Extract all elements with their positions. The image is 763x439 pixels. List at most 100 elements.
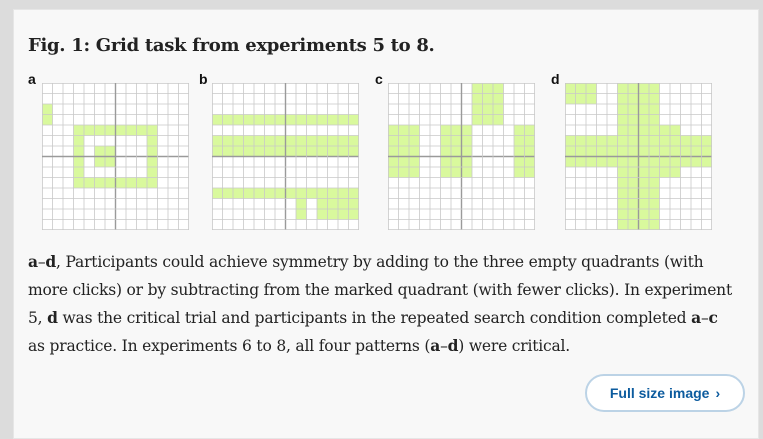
filled-cell <box>649 125 660 136</box>
filled-cell <box>691 156 702 167</box>
filled-cell <box>461 135 472 146</box>
filled-cell <box>575 156 586 167</box>
filled-cell <box>73 135 84 146</box>
filled-cell <box>638 114 649 125</box>
filled-cell <box>254 114 265 125</box>
filled-cell <box>338 198 349 209</box>
filled-cell <box>409 146 420 157</box>
grid-svg <box>42 83 189 230</box>
filled-cell <box>115 177 126 188</box>
filled-cell <box>94 177 105 188</box>
filled-cell <box>565 135 576 146</box>
filled-cell <box>607 135 618 146</box>
filled-cell <box>638 104 649 115</box>
filled-cell <box>115 125 126 136</box>
filled-cell <box>628 125 639 136</box>
filled-cell <box>212 135 223 146</box>
filled-cell <box>586 156 597 167</box>
filled-cell <box>493 104 504 115</box>
filled-cell <box>388 125 399 136</box>
filled-cell <box>680 135 691 146</box>
filled-cell <box>105 146 116 157</box>
filled-cell <box>628 156 639 167</box>
filled-cell <box>243 146 254 157</box>
filled-cell <box>212 188 223 199</box>
filled-cell <box>306 135 317 146</box>
filled-cell <box>638 135 649 146</box>
filled-cell <box>440 167 451 178</box>
grid-panel-b <box>212 83 359 230</box>
filled-cell <box>649 156 660 167</box>
filled-cell <box>264 146 275 157</box>
filled-cell <box>649 146 660 157</box>
filled-cell <box>524 146 535 157</box>
filled-cell <box>586 135 597 146</box>
filled-cell <box>649 114 660 125</box>
filled-cell <box>317 209 328 220</box>
filled-cell <box>617 83 628 94</box>
filled-cell <box>482 83 493 94</box>
caption-segment: – <box>700 309 709 327</box>
filled-cell <box>670 135 681 146</box>
filled-cell <box>338 146 349 157</box>
full-size-image-button[interactable]: Full size image › <box>585 374 745 412</box>
filled-cell <box>628 93 639 104</box>
filled-cell <box>461 167 472 178</box>
filled-cell <box>327 146 338 157</box>
filled-cell <box>461 146 472 157</box>
filled-cell <box>327 135 338 146</box>
filled-cell <box>317 135 328 146</box>
filled-cell <box>628 167 639 178</box>
caption-segment: a <box>28 252 38 271</box>
filled-cell <box>338 188 349 199</box>
filled-cell <box>94 146 105 157</box>
filled-cell <box>285 146 296 157</box>
filled-cell <box>147 135 158 146</box>
filled-cell <box>264 188 275 199</box>
filled-cell <box>409 125 420 136</box>
filled-cell <box>638 156 649 167</box>
filled-cell <box>42 104 53 115</box>
filled-cell <box>472 83 483 94</box>
filled-cell <box>461 125 472 136</box>
filled-cell <box>285 188 296 199</box>
filled-cell <box>327 198 338 209</box>
filled-cell <box>638 125 649 136</box>
filled-cell <box>514 146 525 157</box>
filled-cell <box>388 167 399 178</box>
filled-cell <box>628 198 639 209</box>
filled-cell <box>649 104 660 115</box>
filled-cell <box>296 188 307 199</box>
filled-cell <box>73 167 84 178</box>
filled-cell <box>243 114 254 125</box>
filled-cell <box>638 219 649 230</box>
filled-cell <box>659 146 670 157</box>
filled-cell <box>596 135 607 146</box>
filled-cell <box>586 146 597 157</box>
caption-segment: – <box>440 337 448 355</box>
filled-cell <box>596 146 607 157</box>
filled-cell <box>514 156 525 167</box>
filled-cell <box>638 198 649 209</box>
grid-panel-d <box>565 83 712 230</box>
filled-cell <box>649 219 660 230</box>
filled-cell <box>296 146 307 157</box>
filled-cell <box>84 177 95 188</box>
filled-cell <box>317 114 328 125</box>
filled-cell <box>607 146 618 157</box>
filled-cell <box>575 146 586 157</box>
filled-cell <box>348 114 359 125</box>
filled-cell <box>147 146 158 157</box>
filled-cell <box>348 146 359 157</box>
filled-cell <box>514 125 525 136</box>
caption-segment: d <box>45 252 57 271</box>
filled-cell <box>524 125 535 136</box>
filled-cell <box>701 146 712 157</box>
filled-cell <box>628 219 639 230</box>
figure-title: Fig. 1: Grid task from experiments 5 to … <box>28 35 435 56</box>
filled-cell <box>105 125 116 136</box>
filled-cell <box>348 135 359 146</box>
filled-cell <box>327 209 338 220</box>
caption-segment: a <box>430 336 441 355</box>
filled-cell <box>586 93 597 104</box>
